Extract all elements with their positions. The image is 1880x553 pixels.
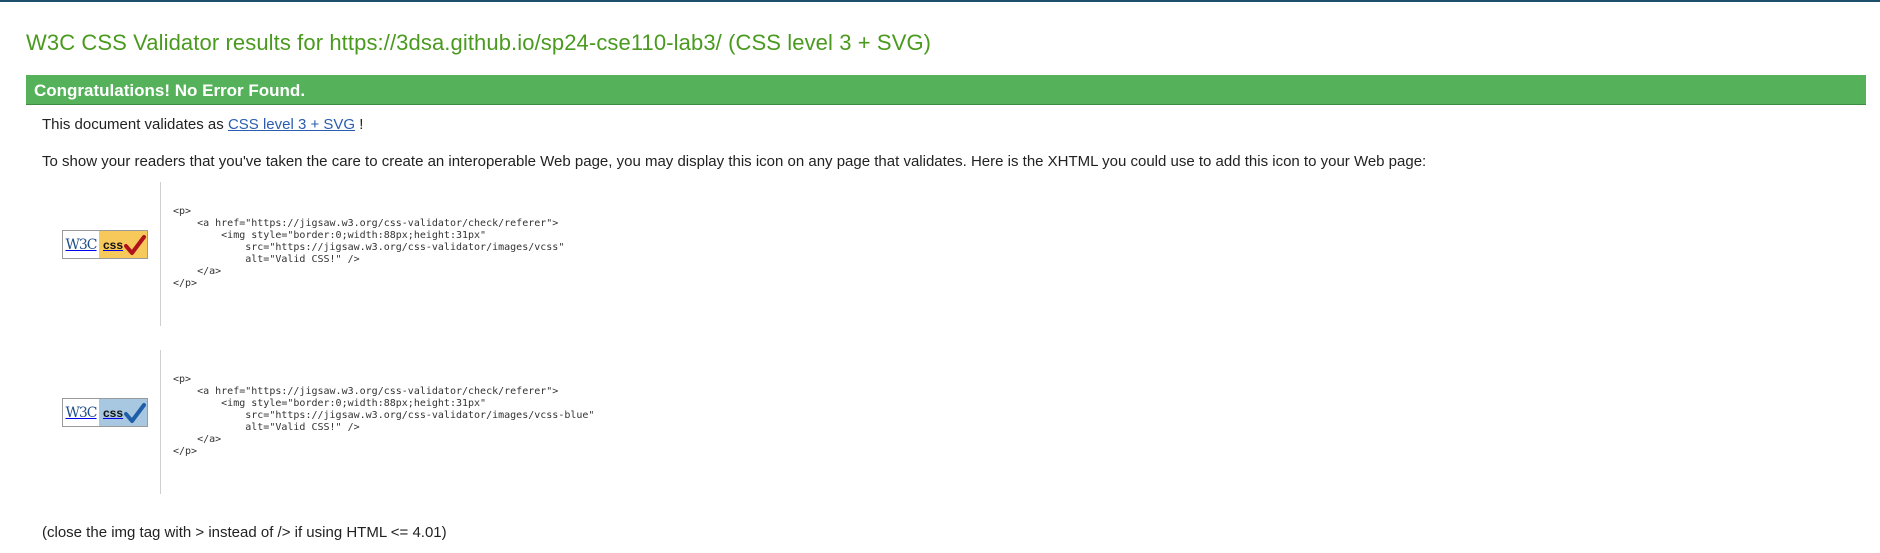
congrats-text: Congratulations! No Error Found. bbox=[34, 81, 306, 100]
w3c-logo-text: W3C bbox=[63, 231, 99, 258]
css-badge-body: css bbox=[99, 231, 147, 258]
css-profile-link[interactable]: CSS level 3 + SVG bbox=[228, 116, 355, 133]
validates-prefix: This document validates as bbox=[42, 116, 228, 133]
page-title: W3C CSS Validator results for https://3d… bbox=[26, 30, 932, 55]
checkmark-icon bbox=[124, 235, 146, 255]
code-panel-gold: <p> <a href="https://jigsaw.w3.org/css-v… bbox=[160, 182, 1160, 326]
w3c-logo-text: W3C bbox=[63, 399, 99, 426]
validates-line: This document validates as CSS level 3 +… bbox=[42, 116, 363, 133]
info-text: To show your readers that you've taken t… bbox=[42, 153, 1427, 170]
code-panel-blue: <p> <a href="https://jigsaw.w3.org/css-v… bbox=[160, 350, 1160, 494]
footnote: (close the img tag with > instead of /> … bbox=[42, 524, 447, 541]
valid-css-badge-blue[interactable]: W3C css bbox=[62, 398, 148, 427]
code-snippet[interactable]: <p> <a href="https://jigsaw.w3.org/css-v… bbox=[173, 374, 594, 458]
top-rule bbox=[0, 0, 1880, 2]
valid-css-badge-gold[interactable]: W3C css bbox=[62, 230, 148, 259]
congrats-banner: Congratulations! No Error Found. bbox=[26, 75, 1866, 105]
css-badge-body: css bbox=[99, 399, 147, 426]
validates-suffix: ! bbox=[355, 116, 364, 133]
checkmark-icon bbox=[124, 403, 146, 423]
css-label: css bbox=[103, 237, 124, 252]
code-snippet[interactable]: <p> <a href="https://jigsaw.w3.org/css-v… bbox=[173, 206, 564, 290]
css-label: css bbox=[103, 405, 124, 420]
